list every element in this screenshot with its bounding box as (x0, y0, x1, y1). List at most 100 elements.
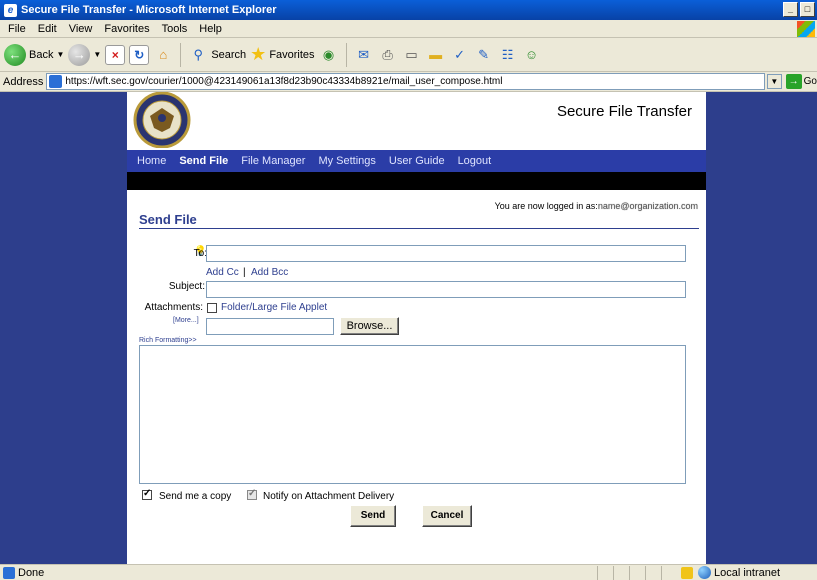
windows-logo-icon (797, 21, 815, 37)
address-input[interactable]: https://wft.sec.gov/courier/1000@4231490… (46, 73, 765, 90)
nav-subbar (127, 172, 706, 190)
brand-title: Secure File Transfer (556, 103, 692, 120)
to-input[interactable] (206, 245, 686, 262)
subject-label: Subject: (168, 281, 205, 292)
send-button[interactable]: Send (350, 505, 396, 527)
subject-input[interactable] (206, 281, 686, 298)
nav-my-settings[interactable]: My Settings (318, 155, 375, 167)
status-slot (661, 565, 677, 580)
page-title: Send File (139, 212, 197, 227)
menu-view[interactable]: View (63, 23, 99, 35)
status-slot (645, 565, 661, 580)
login-prefix: You are now logged in as: (494, 201, 598, 211)
menu-file[interactable]: File (2, 23, 32, 35)
stop-icon[interactable]: × (105, 44, 126, 65)
title-bar: e Secure File Transfer - Microsoft Inter… (0, 0, 817, 20)
address-bar: Address https://wft.sec.gov/courier/1000… (0, 72, 817, 92)
status-slot (613, 565, 629, 580)
go-arrow-icon: → (785, 74, 802, 89)
nav-send-file[interactable]: Send File (179, 155, 228, 167)
back-label: Back (29, 48, 54, 61)
toolbar-separator (180, 42, 182, 67)
research-icon[interactable]: ✎ (474, 45, 494, 65)
add-cc-link[interactable]: Add Cc (206, 267, 239, 278)
search-button[interactable]: ⚲ Search (188, 45, 247, 65)
chevron-down-icon: ▼ (93, 50, 102, 59)
chevron-down-icon: ▼ (56, 50, 65, 59)
go-button[interactable]: → Go (785, 74, 817, 89)
toolbar: ← Back ▼ → ▼ × ↻ ⌂ ⚲ Search ★ Favorites … (0, 38, 817, 72)
go-label: Go (803, 76, 817, 87)
title-divider (139, 228, 699, 229)
favorites-label: Favorites (269, 48, 315, 61)
login-status: You are now logged in as:name@organizati… (495, 201, 698, 211)
refresh-icon[interactable]: ↻ (129, 44, 150, 65)
status-text: Done (18, 566, 45, 579)
print-icon[interactable]: ⎙ (378, 45, 398, 65)
forward-arrow-icon: → (68, 43, 91, 66)
send-copy-checkbox[interactable] (142, 488, 152, 500)
nav-user-guide[interactable]: User Guide (389, 155, 445, 167)
browser-viewport: Secure File Transfer Home Send File File… (0, 92, 817, 564)
attachments-label: Attachments: (144, 302, 203, 313)
status-slot (597, 565, 613, 580)
search-icon: ⚲ (193, 46, 204, 62)
main-nav: Home Send File File Manager My Settings … (127, 150, 706, 172)
spellcheck-icon[interactable]: ✓ (450, 45, 470, 65)
nav-home[interactable]: Home (137, 155, 166, 167)
menu-tools[interactable]: Tools (156, 23, 194, 35)
more-link[interactable]: [More...] (173, 317, 199, 324)
back-button[interactable]: ← Back ▼ (4, 43, 65, 66)
file-path-input[interactable] (206, 318, 334, 335)
add-link-separator: | (243, 267, 246, 278)
status-slot (629, 565, 645, 580)
mail-icon[interactable]: ✉ (354, 45, 374, 65)
favorites-button[interactable]: ★ Favorites (250, 44, 314, 65)
lock-icon (681, 566, 693, 579)
discuss-icon[interactable]: ☷ (498, 45, 518, 65)
status-left: Done (0, 566, 597, 579)
media-icon[interactable]: ◉ (319, 45, 339, 65)
browse-button[interactable]: Browse... (340, 317, 399, 335)
status-bar: Done Local intranet (0, 564, 817, 580)
favorites-star-icon: ★ (250, 44, 267, 64)
menu-favorites[interactable]: Favorites (98, 23, 155, 35)
address-dropdown-button[interactable]: ▼ (766, 74, 782, 89)
messenger-icon[interactable]: ☺ (522, 45, 542, 65)
window-title: Secure File Transfer - Microsoft Interne… (21, 4, 277, 16)
page-content: Secure File Transfer Home Send File File… (127, 92, 706, 564)
page-icon (49, 75, 63, 88)
address-label: Address (3, 75, 44, 88)
vertical-scrollbar[interactable] (800, 92, 817, 564)
send-copy-label: Send me a copy (159, 491, 232, 502)
menu-edit[interactable]: Edit (32, 23, 63, 35)
applet-link[interactable]: Folder/Large File Applet (221, 302, 327, 313)
home-icon[interactable]: ⌂ (153, 45, 173, 65)
minimize-button[interactable]: _ (783, 2, 798, 17)
notify-label: Notify on Attachment Delivery (263, 491, 395, 502)
page-icon (3, 566, 15, 579)
intranet-globe-icon (698, 566, 711, 579)
message-body-textarea[interactable] (139, 345, 686, 484)
menu-help[interactable]: Help (193, 23, 228, 35)
sec-seal-icon (133, 92, 191, 148)
back-arrow-icon: ← (4, 43, 26, 66)
window-controls: _ □ (783, 2, 815, 17)
nav-logout[interactable]: Logout (458, 155, 492, 167)
security-zone: Local intranet (698, 566, 780, 579)
ie-icon: e (4, 3, 17, 17)
forward-button[interactable]: → ▼ (68, 43, 102, 66)
cancel-button[interactable]: Cancel (422, 505, 472, 527)
rich-formatting-link[interactable]: Rich Formatting>> (139, 337, 197, 344)
zone-label: Local intranet (714, 566, 781, 579)
toolbar-separator (345, 42, 347, 67)
add-bcc-link[interactable]: Add Bcc (251, 267, 288, 278)
applet-checkbox[interactable] (207, 303, 217, 313)
maximize-button[interactable]: □ (800, 2, 815, 17)
folder-icon[interactable]: ▬ (426, 45, 446, 65)
search-label: Search (211, 48, 247, 61)
nav-file-manager[interactable]: File Manager (241, 155, 305, 167)
notify-checkbox[interactable] (247, 488, 257, 500)
address-url: https://wft.sec.gov/courier/1000@4231490… (65, 76, 503, 87)
edit-icon[interactable]: ▭ (402, 45, 422, 65)
